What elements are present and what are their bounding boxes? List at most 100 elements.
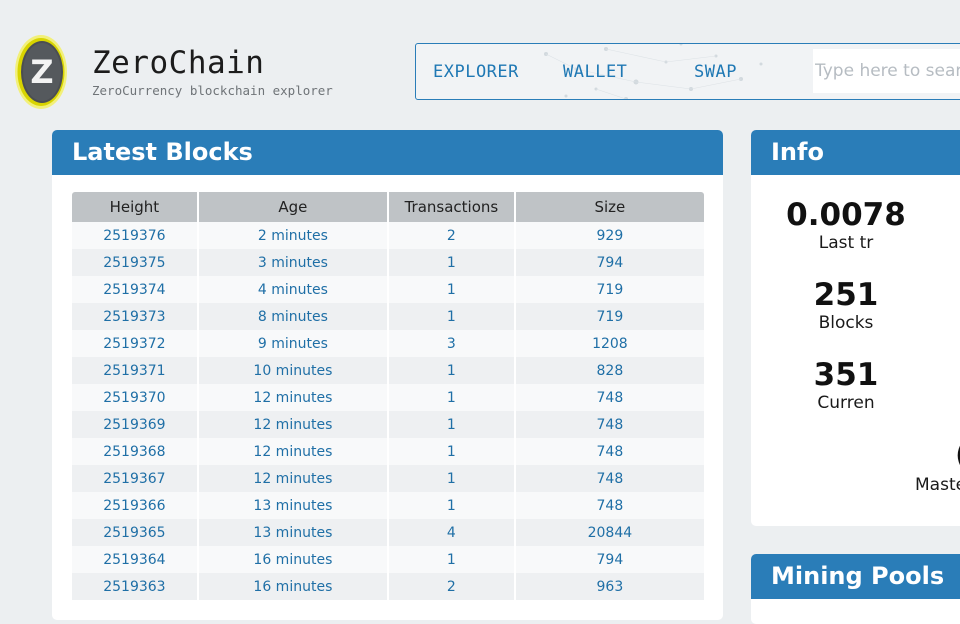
block-transactions-cell: 3 bbox=[388, 330, 514, 357]
site-title[interactable]: ZeroChain bbox=[92, 45, 264, 81]
block-height-link-cell: 2519368 bbox=[72, 438, 197, 465]
block-height-link[interactable]: 2519364 bbox=[103, 552, 165, 568]
column-header-age: Age bbox=[198, 192, 387, 222]
block-size: 828 bbox=[596, 362, 624, 379]
block-size: 748 bbox=[596, 443, 624, 460]
table-row[interactable]: 2519370 12 minutes 1 748 bbox=[72, 384, 704, 411]
table-row[interactable]: 2519374 4 minutes 1 719 bbox=[72, 276, 704, 303]
block-height-link[interactable]: 2519365 bbox=[103, 525, 165, 541]
block-height-link[interactable]: 2519375 bbox=[103, 255, 165, 271]
main-nav: EXPLORER WALLET SWAP bbox=[415, 43, 960, 100]
block-age-cell: 12 minutes bbox=[198, 438, 387, 465]
block-age: 16 minutes bbox=[253, 551, 333, 568]
site-subtitle: ZeroCurrency blockchain explorer bbox=[92, 83, 333, 98]
block-size: 748 bbox=[596, 389, 624, 406]
table-row[interactable]: 2519363 16 minutes 2 963 bbox=[72, 573, 704, 600]
block-transactions: 1 bbox=[446, 254, 456, 271]
column-header-size: Size bbox=[515, 192, 704, 222]
block-height-link[interactable]: 2519373 bbox=[103, 309, 165, 325]
table-row[interactable]: 2519371 10 minutes 1 828 bbox=[72, 357, 704, 384]
block-height-link-cell: 2519366 bbox=[72, 492, 197, 519]
block-size-cell: 748 bbox=[515, 411, 704, 438]
info-panel: Info 0.0078 Last tr 251 Blocks 351 Curre… bbox=[751, 130, 960, 526]
network-graphic bbox=[544, 44, 763, 99]
block-age: 13 minutes bbox=[253, 524, 333, 541]
blocks-table: Height Age Transactions Size 2519376 2 mi… bbox=[70, 192, 706, 600]
block-height-link[interactable]: 2519371 bbox=[103, 363, 165, 379]
block-height-link-cell: 2519367 bbox=[72, 465, 197, 492]
block-transactions: 1 bbox=[446, 281, 456, 298]
block-transactions-cell: 4 bbox=[388, 519, 514, 546]
block-age: 9 minutes bbox=[257, 335, 328, 352]
zerochain-logo[interactable]: Z bbox=[14, 34, 68, 110]
block-height-link[interactable]: 2519369 bbox=[103, 417, 165, 433]
table-row[interactable]: 2519365 13 minutes 4 20844 bbox=[72, 519, 704, 546]
block-size-cell: 719 bbox=[515, 276, 704, 303]
block-height-link[interactable]: 2519363 bbox=[103, 579, 165, 595]
table-row[interactable]: 2519367 12 minutes 1 748 bbox=[72, 465, 704, 492]
block-age: 16 minutes bbox=[253, 578, 333, 595]
block-height-link-cell: 2519371 bbox=[72, 357, 197, 384]
block-transactions-cell: 1 bbox=[388, 303, 514, 330]
block-age: 2 minutes bbox=[257, 227, 328, 244]
block-height-link[interactable]: 2519367 bbox=[103, 471, 165, 487]
table-row[interactable]: 2519373 8 minutes 1 719 bbox=[72, 303, 704, 330]
nav-explorer[interactable]: EXPLORER bbox=[433, 62, 519, 82]
table-row[interactable]: 2519364 16 minutes 1 794 bbox=[72, 546, 704, 573]
block-size-cell: 963 bbox=[515, 573, 704, 600]
block-height-link[interactable]: 2519374 bbox=[103, 282, 165, 298]
stat-last-transaction: 0.0078 Last tr bbox=[751, 198, 941, 254]
nav-wallet[interactable]: WALLET bbox=[563, 62, 627, 82]
block-height-link[interactable]: 2519366 bbox=[103, 498, 165, 514]
search-input[interactable] bbox=[813, 49, 960, 93]
block-size: 929 bbox=[596, 227, 624, 244]
table-row[interactable]: 2519368 12 minutes 1 748 bbox=[72, 438, 704, 465]
block-transactions: 1 bbox=[446, 470, 456, 487]
info-title: Info bbox=[751, 130, 960, 175]
stat-label: Curren bbox=[817, 393, 875, 413]
stat-current: 351 Curren bbox=[751, 358, 941, 414]
block-height-link[interactable]: 2519370 bbox=[103, 390, 165, 406]
block-transactions-cell: 2 bbox=[388, 222, 514, 249]
table-row[interactable]: 2519366 13 minutes 1 748 bbox=[72, 492, 704, 519]
block-transactions-cell: 1 bbox=[388, 438, 514, 465]
block-height-link-cell: 2519372 bbox=[72, 330, 197, 357]
block-size-cell: 748 bbox=[515, 465, 704, 492]
block-height-link-cell: 2519375 bbox=[72, 249, 197, 276]
block-size-cell: 719 bbox=[515, 303, 704, 330]
table-row[interactable]: 2519375 3 minutes 1 794 bbox=[72, 249, 704, 276]
table-row[interactable]: 2519376 2 minutes 2 929 bbox=[72, 222, 704, 249]
block-age: 12 minutes bbox=[253, 470, 333, 487]
block-age-cell: 13 minutes bbox=[198, 492, 387, 519]
block-transactions-cell: 1 bbox=[388, 384, 514, 411]
block-height-link[interactable]: 2519372 bbox=[103, 336, 165, 352]
block-transactions: 1 bbox=[446, 362, 456, 379]
block-size-cell: 748 bbox=[515, 384, 704, 411]
stat-masternodes: ( bbox=[955, 438, 960, 472]
stat-blocks: 251 Blocks bbox=[751, 278, 941, 334]
block-age: 10 minutes bbox=[253, 362, 333, 379]
block-height-link[interactable]: 2519368 bbox=[103, 444, 165, 460]
block-transactions: 1 bbox=[446, 308, 456, 325]
stat-value: ( bbox=[955, 438, 960, 472]
block-size-cell: 1208 bbox=[515, 330, 704, 357]
stat-masternodes-label-wrap: Maste bbox=[915, 474, 960, 496]
block-age-cell: 12 minutes bbox=[198, 384, 387, 411]
stat-value: 351 bbox=[813, 357, 879, 393]
block-height-link-cell: 2519370 bbox=[72, 384, 197, 411]
nav-swap[interactable]: SWAP bbox=[694, 62, 737, 82]
block-size: 794 bbox=[596, 254, 624, 271]
block-height-link-cell: 2519376 bbox=[72, 222, 197, 249]
block-size-cell: 748 bbox=[515, 492, 704, 519]
block-height-link[interactable]: 2519376 bbox=[103, 228, 165, 244]
block-transactions: 1 bbox=[446, 497, 456, 514]
table-row[interactable]: 2519369 12 minutes 1 748 bbox=[72, 411, 704, 438]
block-age-cell: 2 minutes bbox=[198, 222, 387, 249]
block-size-cell: 20844 bbox=[515, 519, 704, 546]
block-size: 20844 bbox=[587, 524, 633, 541]
table-row[interactable]: 2519372 9 minutes 3 1208 bbox=[72, 330, 704, 357]
block-transactions-cell: 1 bbox=[388, 357, 514, 384]
block-size-cell: 828 bbox=[515, 357, 704, 384]
block-transactions: 1 bbox=[446, 389, 456, 406]
block-age: 13 minutes bbox=[253, 497, 333, 514]
